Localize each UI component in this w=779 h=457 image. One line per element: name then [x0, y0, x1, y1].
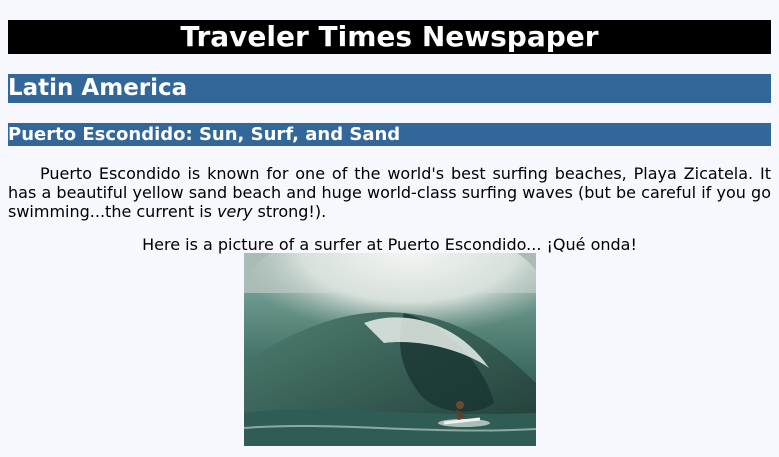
masthead-title: Traveler Times Newspaper: [8, 20, 771, 54]
article-headline: Puerto Escondido: Sun, Surf, and Sand: [8, 123, 771, 146]
article-body: Puerto Escondido is known for one of the…: [8, 164, 771, 221]
section-heading: Latin America: [8, 74, 771, 103]
surfer-photo: [244, 253, 536, 446]
article-body-text: Puerto Escondido is known for one of the…: [8, 164, 771, 221]
photo-caption: Here is a picture of a surfer at Puerto …: [142, 235, 637, 254]
article-body-emphasis: very: [217, 202, 253, 221]
article-body-text-end: strong!).: [252, 202, 327, 221]
